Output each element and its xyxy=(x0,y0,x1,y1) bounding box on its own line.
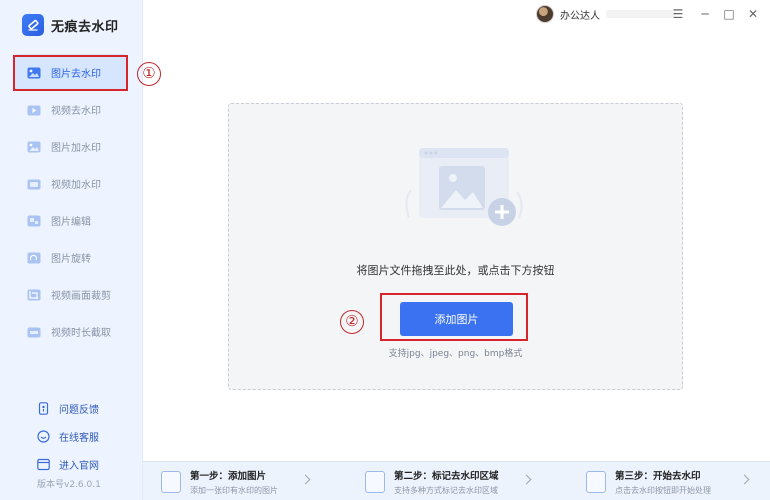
step-1: 第一步：添加图片 添加一张印有水印的图片 xyxy=(161,468,278,496)
step-title: 第二步：标记去水印区域 xyxy=(394,471,499,482)
chevron-right-icon xyxy=(300,474,311,485)
image-watermark-add-icon xyxy=(27,141,41,153)
mark-area-step-icon xyxy=(365,471,385,493)
image-rotate-icon xyxy=(27,252,41,264)
sidebar-item-image-rotate[interactable]: 图片旋转 xyxy=(0,239,143,276)
sidebar-footer: 问题反馈 在线客服 进入官网 xyxy=(0,394,143,478)
step-marker-2: ② xyxy=(340,310,364,334)
sidebar-item-label: 图片编辑 xyxy=(51,217,91,228)
website-link[interactable]: 进入官网 xyxy=(0,450,143,478)
step-3: 第三步：开始去水印 点击去水印按钮即开始处理 xyxy=(586,468,711,496)
feedback-label: 问题反馈 xyxy=(59,404,99,416)
step-desc: 添加一张印有水印的图片 xyxy=(190,486,278,495)
drop-instruction: 将图片文件拖拽至此处，或点击下方按钮 xyxy=(356,264,555,277)
website-label: 进入官网 xyxy=(59,460,99,472)
sidebar-item-label: 视频时长截取 xyxy=(51,328,111,339)
step-marker-1: ① xyxy=(137,62,161,86)
maximize-button[interactable]: □ xyxy=(721,6,737,22)
support-label: 在线客服 xyxy=(59,432,99,444)
user-info-redacted xyxy=(606,10,676,18)
step-desc: 点击去水印按钮即开始处理 xyxy=(615,486,711,495)
sidebar-item-image-edit[interactable]: 图片编辑 xyxy=(0,202,143,239)
support-link[interactable]: 在线客服 xyxy=(0,422,143,450)
steps-bar: 第一步：添加图片 添加一张印有水印的图片 第二步：标记去水印区域 支持多种方式标… xyxy=(143,461,770,500)
video-watermark-remove-icon xyxy=(27,104,41,116)
sidebar-item-label: 视频加水印 xyxy=(51,180,101,191)
upload-illustration-icon xyxy=(399,140,529,232)
minimize-icon: ─ xyxy=(701,7,709,21)
sidebar-nav: 图片去水印 视频去水印 图片加水印 视频加水印 图片编辑 图片旋转 视频画面裁剪… xyxy=(0,54,143,350)
menu-button[interactable]: ☰ xyxy=(670,6,686,22)
add-image-step-icon xyxy=(161,471,181,493)
website-icon xyxy=(37,458,50,471)
sidebar-item-image-watermark-add[interactable]: 图片加水印 xyxy=(0,128,143,165)
start-remove-step-icon xyxy=(586,471,606,493)
video-crop-icon xyxy=(27,289,41,301)
maximize-icon: □ xyxy=(723,7,735,21)
sidebar-item-video-watermark-remove[interactable]: 视频去水印 xyxy=(0,91,143,128)
app-name: 无痕去水印 xyxy=(51,19,119,35)
step-title: 第三步：开始去水印 xyxy=(615,471,701,482)
feedback-link[interactable]: 问题反馈 xyxy=(0,394,143,422)
sidebar-item-video-watermark-add[interactable]: 视频加水印 xyxy=(0,165,143,202)
support-icon xyxy=(37,429,50,443)
sidebar-item-video-crop[interactable]: 视频画面裁剪 xyxy=(0,276,143,313)
drop-zone[interactable]: 将图片文件拖拽至此处，或点击下方按钮 添加图片 支持jpg、jpeg、png、b… xyxy=(228,103,683,390)
avatar xyxy=(536,5,554,23)
sidebar-item-label: 图片旋转 xyxy=(51,254,91,265)
highlight-box-add-button xyxy=(380,293,528,341)
user-name: 办公达人 xyxy=(560,10,600,22)
video-trim-icon xyxy=(27,326,41,338)
supported-formats-text: 支持jpg、jpeg、png、bmp格式 xyxy=(388,349,523,359)
close-button[interactable]: ✕ xyxy=(745,6,761,22)
brand: 无痕去水印 xyxy=(22,13,119,37)
titlebar: 办公达人 ☰ ─ □ ✕ xyxy=(143,0,770,30)
menu-icon: ☰ xyxy=(672,7,684,21)
sidebar-item-label: 视频画面裁剪 xyxy=(51,291,111,302)
close-icon: ✕ xyxy=(747,7,759,21)
image-edit-icon xyxy=(27,215,41,227)
step-desc: 支持多种方式标记去水印区域 xyxy=(394,486,498,495)
version-text: 版本号v2.6.0.1 xyxy=(37,480,101,490)
step-2: 第二步：标记去水印区域 支持多种方式标记去水印区域 xyxy=(365,468,499,496)
sidebar-item-video-trim[interactable]: 视频时长截取 xyxy=(0,313,143,350)
video-watermark-add-icon xyxy=(27,178,41,190)
chevron-right-icon xyxy=(521,474,532,485)
app-logo-icon xyxy=(22,14,44,36)
highlight-box-sidebar xyxy=(13,55,128,91)
chevron-right-icon xyxy=(739,474,750,485)
sidebar-item-label: 视频去水印 xyxy=(51,106,101,117)
sidebar-item-label: 图片加水印 xyxy=(51,143,101,154)
user-account[interactable]: 办公达人 xyxy=(536,5,676,23)
step-title: 第一步：添加图片 xyxy=(190,471,267,482)
feedback-icon xyxy=(37,401,50,415)
minimize-button[interactable]: ─ xyxy=(697,6,713,22)
